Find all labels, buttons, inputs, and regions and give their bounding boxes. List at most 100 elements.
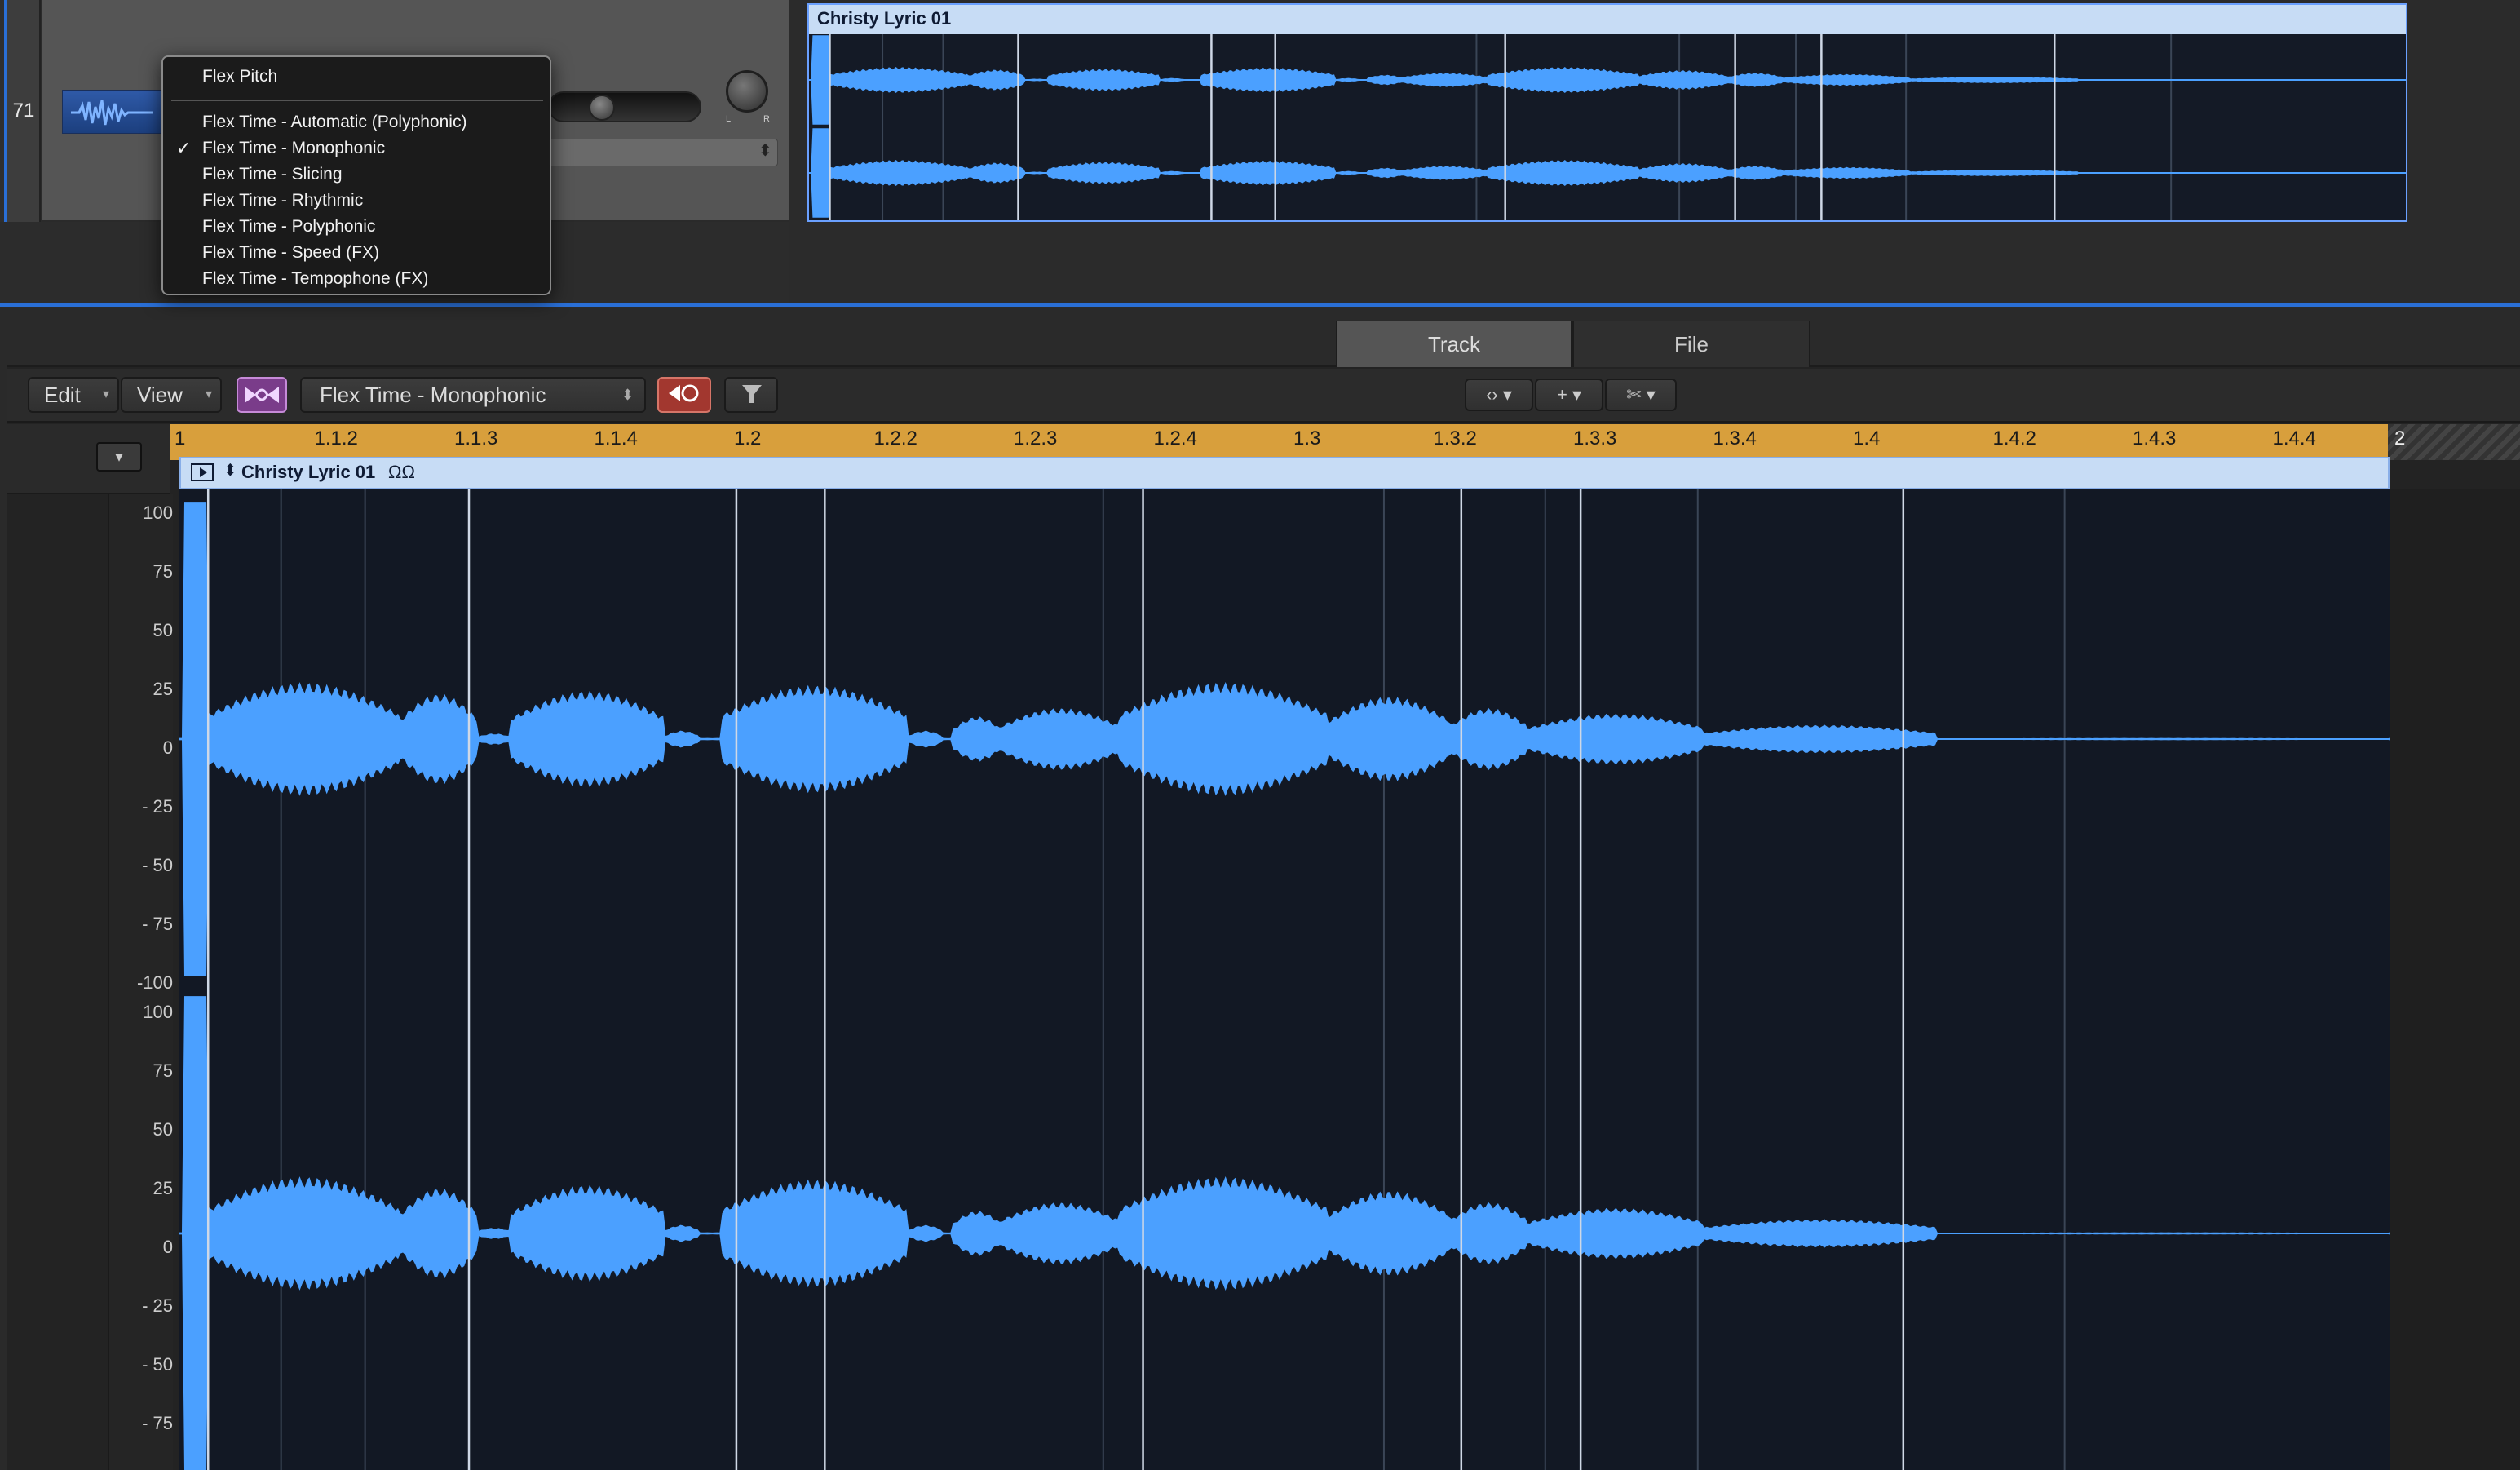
chevron-down-icon: ▾ (1646, 384, 1656, 405)
amplitude-label: 25 (153, 679, 173, 699)
arrows-icon: ‹› (1486, 384, 1498, 405)
menu-separator (171, 100, 543, 101)
chevron-down-icon: ▾ (1572, 384, 1582, 405)
ruler-tick-label: 1.2.3 (1014, 427, 1058, 449)
view-menu-label: View (137, 383, 183, 407)
amplitude-label: 100 (143, 503, 173, 523)
waveform-display[interactable] (179, 489, 2390, 1470)
chevron-down-icon: ▾ (102, 387, 109, 401)
amplitude-label: 50 (153, 1119, 173, 1140)
scissors-icon: ✄ (1626, 384, 1642, 405)
ruler-tick-label: 1.1.3 (454, 427, 498, 449)
menu-item-flex-time-slicing[interactable]: Flex Time - Slicing (163, 162, 550, 188)
collapse-button[interactable]: ▾ (96, 442, 142, 472)
track-number: 71 (12, 100, 35, 122)
catch-icon (669, 384, 699, 402)
chevron-down-icon: ▾ (205, 387, 212, 401)
ruler-tick-label: 1.1.2 (314, 427, 358, 449)
amplitude-label: - 50 (142, 855, 173, 875)
amplitude-label: - 75 (142, 1413, 173, 1433)
volume-slider-knob[interactable] (589, 95, 615, 121)
flex-toggle-button[interactable] (237, 377, 287, 413)
ruler-tick-label: 1.2.2 (873, 427, 917, 449)
menu-item-flex-time-tempophone[interactable]: Flex Time - Tempophone (FX) (163, 266, 550, 292)
pan-left-label: L (726, 114, 732, 124)
track-waveform-icon[interactable] (62, 90, 163, 134)
menu-item-flex-pitch[interactable]: Flex Pitch (163, 64, 550, 90)
amplitude-label: 0 (162, 1237, 173, 1257)
ruler-tick-label: 1.1.4 (594, 427, 638, 449)
ruler-tick-label: 1.2.4 (1153, 427, 1197, 449)
ruler-end-hatch (2388, 424, 2520, 460)
select-arrows-icon: ⬍ (758, 142, 772, 160)
flex-mode-value: Flex Time - Monophonic (320, 383, 546, 407)
menu-item-label: Flex Time - Polyphonic (202, 217, 376, 236)
menu-item-label: Flex Time - Automatic (Polyphonic) (202, 113, 467, 131)
bar-ruler[interactable]: 1 1.1.2 1.1.3 1.1.4 1.2 1.2.2 1.2.3 1.2.4 1.3 1.3… (170, 424, 2388, 460)
edit-menu-label: Edit (44, 383, 81, 407)
amplitude-label: 75 (153, 561, 173, 582)
funnel-icon (742, 385, 762, 403)
ruler-tick-label: 1.2 (734, 427, 762, 449)
waveform-outside-area (2390, 489, 2520, 1470)
flex-mode-select[interactable]: Flex Time - Monophonic ⬍ (300, 377, 646, 413)
amplitude-label: 50 (153, 620, 173, 640)
top-audio-region[interactable]: Christy Lyric 01 (807, 3, 2407, 222)
audio-track-editor: Track File Edit ▾ View ▾ Flex Time - Mon… (7, 320, 2520, 1470)
ruler-tick-label: 1.4.3 (2133, 427, 2177, 449)
updown-arrows-icon: ⬍ (223, 462, 237, 480)
region-header[interactable]: ⬍ Christy Lyric 01 ΩΩ (179, 457, 2390, 489)
pan-knob[interactable] (726, 70, 768, 113)
track-input-select[interactable] (548, 139, 778, 166)
menu-item-flex-time-speed[interactable]: Flex Time - Speed (FX) (163, 240, 550, 266)
top-region-header[interactable]: Christy Lyric 01 (809, 5, 2406, 34)
ruler-end-label: 2 (2394, 427, 2406, 449)
amplitude-label: -100 (136, 972, 173, 993)
ruler-tick-label: 1.3.2 (1433, 427, 1477, 449)
region-name: Christy Lyric 01 (241, 462, 376, 482)
checkmark-icon: ✓ (176, 138, 192, 158)
editor-tabbar: Track File (7, 320, 2520, 367)
amplitude-label: 25 (153, 1178, 173, 1198)
tab-track[interactable]: Track (1336, 321, 1572, 367)
tab-file[interactable]: File (1572, 321, 1810, 367)
select-arrows-icon: ⬍ (621, 387, 634, 403)
ruler-tick-label: 1.4 (1853, 427, 1881, 449)
ruler-tick-label: 1.3.4 (1713, 427, 1757, 449)
selection-divider (0, 303, 2520, 307)
ruler-tick-label: 1.3 (1293, 427, 1321, 449)
crosshair-tool-menu[interactable]: + ▾ (1535, 379, 1603, 411)
menu-item-label: Flex Time - Tempophone (FX) (202, 269, 429, 288)
ruler-tick-label: 1.3.3 (1573, 427, 1617, 449)
menu-item-flex-time-rhythmic[interactable]: Flex Time - Rhythmic (163, 188, 550, 214)
ruler-tick-label: 1.4.2 (1992, 427, 2036, 449)
amplitude-label: 75 (153, 1060, 173, 1081)
menu-item-flex-time-monophonic[interactable]: ✓ Flex Time - Monophonic (163, 135, 550, 162)
top-region-waveform (809, 34, 2406, 220)
ruler-left-gutter (7, 424, 170, 494)
menu-item-label: Flex Time - Monophonic (202, 139, 386, 157)
edit-menu-button[interactable]: Edit ▾ (28, 377, 119, 413)
flex-icon (245, 387, 279, 403)
play-icon[interactable] (191, 463, 214, 481)
filter-button[interactable] (724, 377, 778, 413)
menu-item-label: Flex Pitch (202, 67, 278, 86)
catch-playhead-button[interactable] (657, 377, 711, 413)
view-menu-button[interactable]: View ▾ (121, 377, 222, 413)
amplitude-label: - 25 (142, 1295, 173, 1316)
main-waveform (179, 489, 2390, 1470)
chevron-down-icon: ▾ (1502, 384, 1512, 405)
menu-item-label: Flex Time - Rhythmic (202, 191, 364, 210)
editor-toolbar: Edit ▾ View ▾ Flex Time - Monophonic ⬍ ‹… (7, 369, 2520, 423)
pointer-tool-menu[interactable]: ‹› ▾ (1465, 379, 1533, 411)
pan-right-label: R (763, 114, 770, 124)
menu-item-flex-time-automatic[interactable]: Flex Time - Automatic (Polyphonic) (163, 109, 550, 135)
volume-slider[interactable] (548, 91, 701, 122)
amplitude-label: - 25 (142, 796, 173, 817)
scissors-tool-menu[interactable]: ✄ ▾ (1605, 379, 1677, 411)
ruler-tick-label: 1 (175, 427, 186, 449)
amplitude-scale: 100 75 50 25 0 - 25 - 50 - 75 -100 100 75 50 25 0 - 25… (108, 494, 173, 1470)
amplitude-scale-gutter (7, 494, 108, 1470)
flex-mode-menu[interactable]: Flex Pitch Flex Time - Automatic (Polyph… (161, 55, 551, 295)
menu-item-flex-time-polyphonic[interactable]: Flex Time - Polyphonic (163, 214, 550, 240)
